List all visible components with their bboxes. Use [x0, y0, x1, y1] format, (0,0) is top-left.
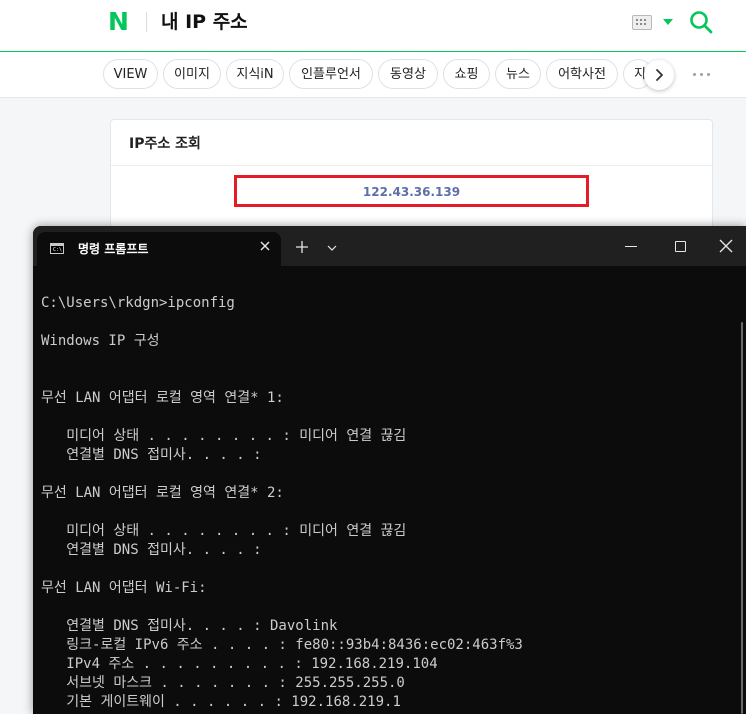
card-divider [111, 165, 712, 166]
terminal-line: 무선 LAN 어댑터 Wi-Fi: [41, 580, 207, 596]
search-query-text[interactable]: 내 IP 주소 [161, 9, 248, 35]
keyboard-icon[interactable] [632, 15, 652, 30]
command-prompt-window: C:\ 명령 프롬프트 C:\Users\rkdgn>ipconfig Wind… [33, 226, 746, 714]
terminal-output[interactable]: C:\Users\rkdgn>ipconfig Windows IP 구성 무선… [33, 266, 746, 714]
tab-dictionary[interactable]: 어학사전 [546, 59, 618, 89]
terminal-line: Windows IP 구성 [41, 333, 160, 349]
terminal-line: 서브넷 마스크 . . . . . . . : 255.255.255.0 [41, 675, 405, 691]
terminal-line: 연결별 DNS 접미사. . . . : Davolink [41, 618, 338, 634]
chevron-right-icon [656, 69, 663, 81]
tab-view[interactable]: VIEW [103, 59, 158, 89]
terminal-titlebar[interactable]: C:\ 명령 프롬프트 [33, 226, 746, 266]
tab-video[interactable]: 동영상 [378, 59, 438, 89]
more-icon[interactable] [692, 73, 712, 77]
naver-logo[interactable]: N [108, 9, 130, 34]
tab-news[interactable]: 뉴스 [495, 59, 541, 89]
close-window-icon[interactable] [719, 239, 733, 253]
ip-address-value: 122.43.36.139 [362, 185, 461, 199]
terminal-tab-title: 명령 프롬프트 [78, 242, 149, 256]
tab-images[interactable]: 이미지 [163, 59, 221, 89]
terminal-tab[interactable]: C:\ 명령 프롬프트 [37, 232, 281, 266]
chevron-down-icon[interactable] [327, 245, 337, 251]
terminal-line: 무선 LAN 어댑터 로컬 영역 연결* 2: [41, 485, 284, 501]
new-tab-icon[interactable] [295, 240, 309, 254]
tab-knowledge-in[interactable]: 지식iN [226, 59, 284, 89]
terminal-line: IPv4 주소 . . . . . . . . . : 192.168.219.… [41, 656, 438, 672]
ip-highlight-box: 122.43.36.139 [234, 175, 589, 207]
tab-influencer[interactable]: 인플루언서 [289, 59, 373, 89]
ip-card-title: IP주소 조회 [129, 136, 201, 152]
search-tabs-bar: VIEW 이미지 지식iN 인플루언서 동영상 쇼핑 뉴스 어학사전 지 [0, 52, 746, 98]
tab-shopping[interactable]: 쇼핑 [443, 59, 490, 89]
search-icon[interactable] [689, 10, 713, 34]
close-tab-icon[interactable] [255, 236, 275, 256]
terminal-line: 기본 게이트웨이 . . . . . . : 192.168.219.1 [41, 694, 401, 710]
dropdown-triangle-icon[interactable] [663, 19, 673, 25]
terminal-line: 미디어 상태 . . . . . . . . : 미디어 연결 끊김 [41, 523, 407, 539]
tabs-next-button[interactable] [644, 60, 674, 90]
minimize-icon[interactable] [625, 246, 637, 247]
header-divider [146, 12, 147, 32]
terminal-line: C:\Users\rkdgn>ipconfig [41, 295, 235, 311]
terminal-line: 연결별 DNS 접미사. . . . : [41, 447, 262, 463]
naver-header: N 내 IP 주소 [0, 0, 746, 52]
terminal-line: 무선 LAN 어댑터 로컬 영역 연결* 1: [41, 390, 284, 406]
terminal-line: 미디어 상태 . . . . . . . . : 미디어 연결 끊김 [41, 428, 407, 444]
terminal-scrollbar[interactable] [741, 322, 743, 714]
cmd-icon: C:\ [50, 243, 64, 254]
terminal-line: 연결별 DNS 접미사. . . . : [41, 542, 262, 558]
terminal-line: 링크-로컬 IPv6 주소 . . . . : fe80::93b4:8436:… [41, 637, 523, 653]
maximize-icon[interactable] [675, 241, 686, 252]
